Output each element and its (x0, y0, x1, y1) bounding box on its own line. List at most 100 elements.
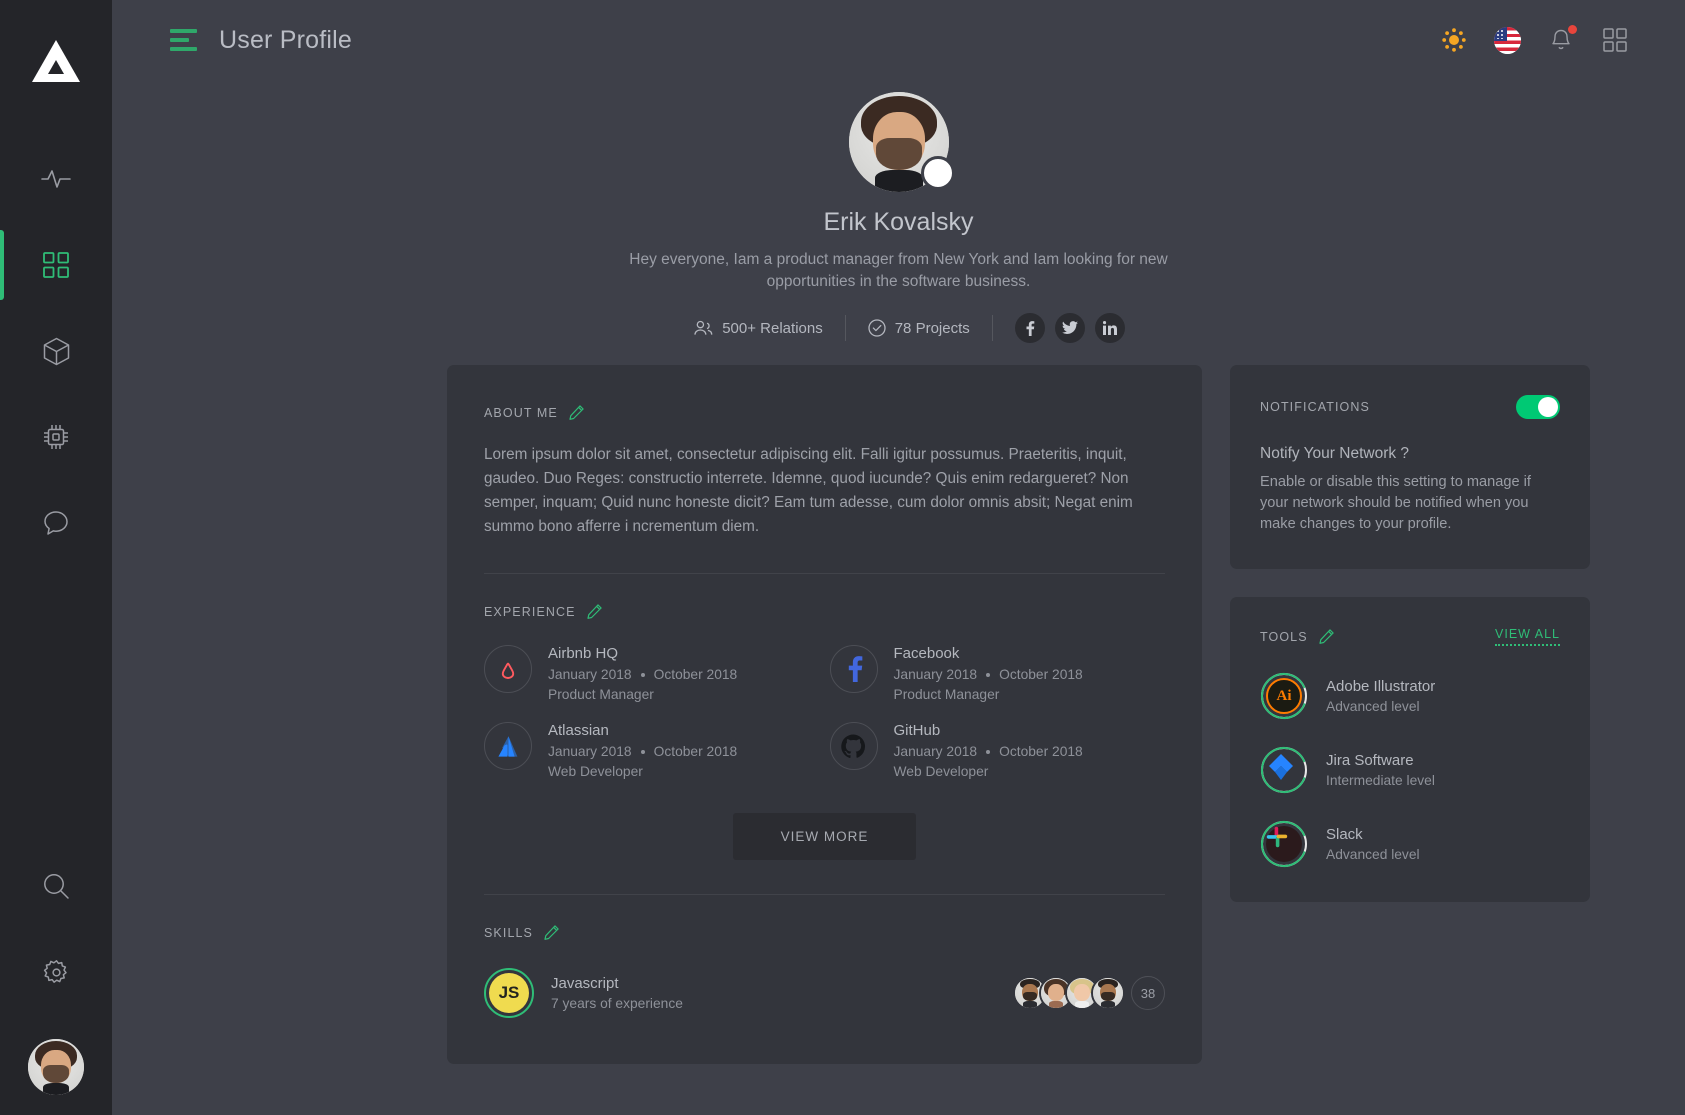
slack-glyph (1266, 826, 1288, 848)
sidebar-item-settings[interactable] (0, 929, 112, 1015)
experience-item[interactable]: Facebook January 2018 October 2018 Produ… (829, 645, 1166, 702)
airbnb-logo-icon (484, 645, 532, 693)
pencil-edit-icon[interactable] (1319, 629, 1334, 644)
dot-separator (986, 749, 991, 754)
notifications-card: NOTIFICATIONS Notify Your Network ? Enab… (1230, 365, 1590, 569)
pencil-edit-icon[interactable] (569, 405, 584, 420)
experience-end: October 2018 (653, 744, 738, 759)
sun-glyph (1442, 28, 1466, 52)
bell-notification-icon[interactable] (1547, 25, 1577, 54)
experience-info: GitHub January 2018 October 2018 Web Dev… (894, 722, 1083, 779)
app-logo[interactable] (30, 22, 82, 100)
check-circle-icon (868, 319, 886, 337)
pencil-edit-icon[interactable] (586, 604, 602, 619)
apps-grid-glyph (1603, 28, 1627, 52)
page-title: User Profile (219, 25, 352, 54)
experience-role: Web Developer (893, 764, 989, 779)
triangle-logo-icon (32, 40, 80, 82)
twitter-icon[interactable] (1054, 313, 1085, 343)
experience-end: October 2018 (999, 667, 1083, 682)
facebook-logo-icon (829, 645, 878, 693)
avatar-illustration (1093, 978, 1123, 1008)
sidebar-item-packages[interactable] (0, 308, 112, 394)
stat-projects-label: 78 Projects (894, 319, 970, 337)
sidebar-item-dashboard[interactable] (0, 222, 112, 308)
hamburger-menu-icon[interactable] (170, 29, 197, 51)
sun-brightness-icon[interactable] (1440, 26, 1468, 54)
experience-company: Airbnb HQ (548, 645, 619, 662)
notifications-toggle[interactable] (1516, 395, 1560, 419)
experience-dates: January 2018 October 2018 (548, 667, 737, 682)
experience-item[interactable]: Airbnb HQ January 2018 October 2018 Prod… (484, 645, 820, 702)
stat-projects: 78 Projects (846, 319, 992, 337)
view-more-button[interactable]: VIEW MORE (732, 813, 917, 860)
experience-company: GitHub (893, 722, 941, 739)
app-root: User Profile Erik Kovalsky Hey everyone,… (0, 0, 1685, 1115)
profile-name: Erik Kovalsky (823, 208, 974, 236)
experience-role: Product Manager (893, 687, 1000, 702)
linkedin-glyph (1102, 321, 1117, 335)
tools-title-group: TOOLS (1260, 629, 1334, 644)
sidebar-user-avatar[interactable] (28, 1039, 84, 1095)
topbar: User Profile (112, 0, 1685, 80)
notifications-title: NOTIFICATIONS (1260, 400, 1370, 414)
avatar-illustration (28, 1039, 84, 1095)
grid-dashboard-icon (43, 252, 69, 278)
profile-avatar[interactable] (848, 92, 955, 192)
tool-progress-ring: Ai (1260, 672, 1308, 720)
facebook-icon[interactable] (1014, 313, 1045, 343)
experience-start: January 2018 (548, 744, 632, 759)
javascript-badge-text: JS (489, 973, 529, 1013)
cpu-chip-icon (44, 425, 68, 449)
twitter-glyph (1061, 321, 1078, 335)
tool-progress-ring (1260, 746, 1308, 794)
about-section-header: ABOUT ME (484, 405, 1165, 420)
about-text: Lorem ipsum dolor sit amet, consectetur … (484, 446, 1133, 535)
sidebar-item-activity[interactable] (0, 136, 112, 222)
skill-endorser-avatars: 38 (1013, 976, 1165, 1010)
facebook-glyph (1026, 320, 1035, 336)
topbar-right (1440, 25, 1653, 54)
pencil-glyph (544, 925, 559, 940)
flag-us-icon[interactable] (1494, 26, 1521, 54)
endorser-avatar[interactable] (1091, 976, 1125, 1010)
tools-title: TOOLS (1260, 629, 1308, 644)
pencil-edit-icon[interactable] (544, 925, 559, 940)
view-all-link[interactable]: VIEW ALL (1495, 627, 1560, 646)
skill-item: JS Javascript 7 years of experience 38 (484, 968, 1165, 1018)
pencil-glyph (586, 604, 602, 619)
experience-item[interactable]: GitHub January 2018 October 2018 Web Dev… (829, 722, 1166, 779)
tool-name: Jira Software (1326, 752, 1414, 769)
tool-item[interactable]: Ai Adobe Illustrator Advanced level (1260, 672, 1560, 720)
tool-progress-ring (1260, 820, 1308, 868)
sidebar-item-messages[interactable] (0, 480, 112, 566)
view-more-container: VIEW MORE (484, 813, 1165, 860)
experience-section-header: EXPERIENCE (484, 604, 1165, 619)
tool-item[interactable]: Jira Software Intermediate level (1260, 746, 1560, 794)
adobe-illustrator-logo-icon: Ai (1266, 678, 1302, 714)
experience-end: October 2018 (999, 744, 1083, 759)
section-divider (484, 894, 1165, 895)
tool-level: Advanced level (1326, 847, 1420, 862)
search-icon (44, 874, 69, 899)
skills-title: SKILLS (484, 925, 533, 940)
experience-info: Airbnb HQ January 2018 October 2018 Prod… (548, 645, 737, 702)
stat-relations-label: 500+ Relations (722, 319, 823, 337)
experience-end: October 2018 (653, 667, 738, 682)
experience-role: Web Developer (548, 764, 643, 779)
tool-item[interactable]: Slack Advanced level (1260, 820, 1560, 868)
endorser-count-badge[interactable]: 38 (1131, 976, 1165, 1010)
sidebar-nav (0, 136, 112, 566)
experience-start: January 2018 (893, 744, 978, 759)
pencil-glyph (1319, 629, 1334, 644)
sidebar-item-devices[interactable] (0, 394, 112, 480)
tool-info: Slack Advanced level (1326, 826, 1420, 862)
slack-logo-icon (1266, 826, 1302, 862)
sidebar-item-search[interactable] (0, 843, 112, 929)
topbar-left: User Profile (170, 26, 352, 55)
linkedin-icon[interactable] (1094, 313, 1125, 343)
apps-grid-icon[interactable] (1601, 26, 1629, 54)
pencil-glyph (569, 405, 584, 420)
experience-item[interactable]: Atlassian January 2018 October 2018 Web … (484, 722, 820, 779)
experience-list: Airbnb HQ January 2018 October 2018 Prod… (484, 645, 1165, 779)
